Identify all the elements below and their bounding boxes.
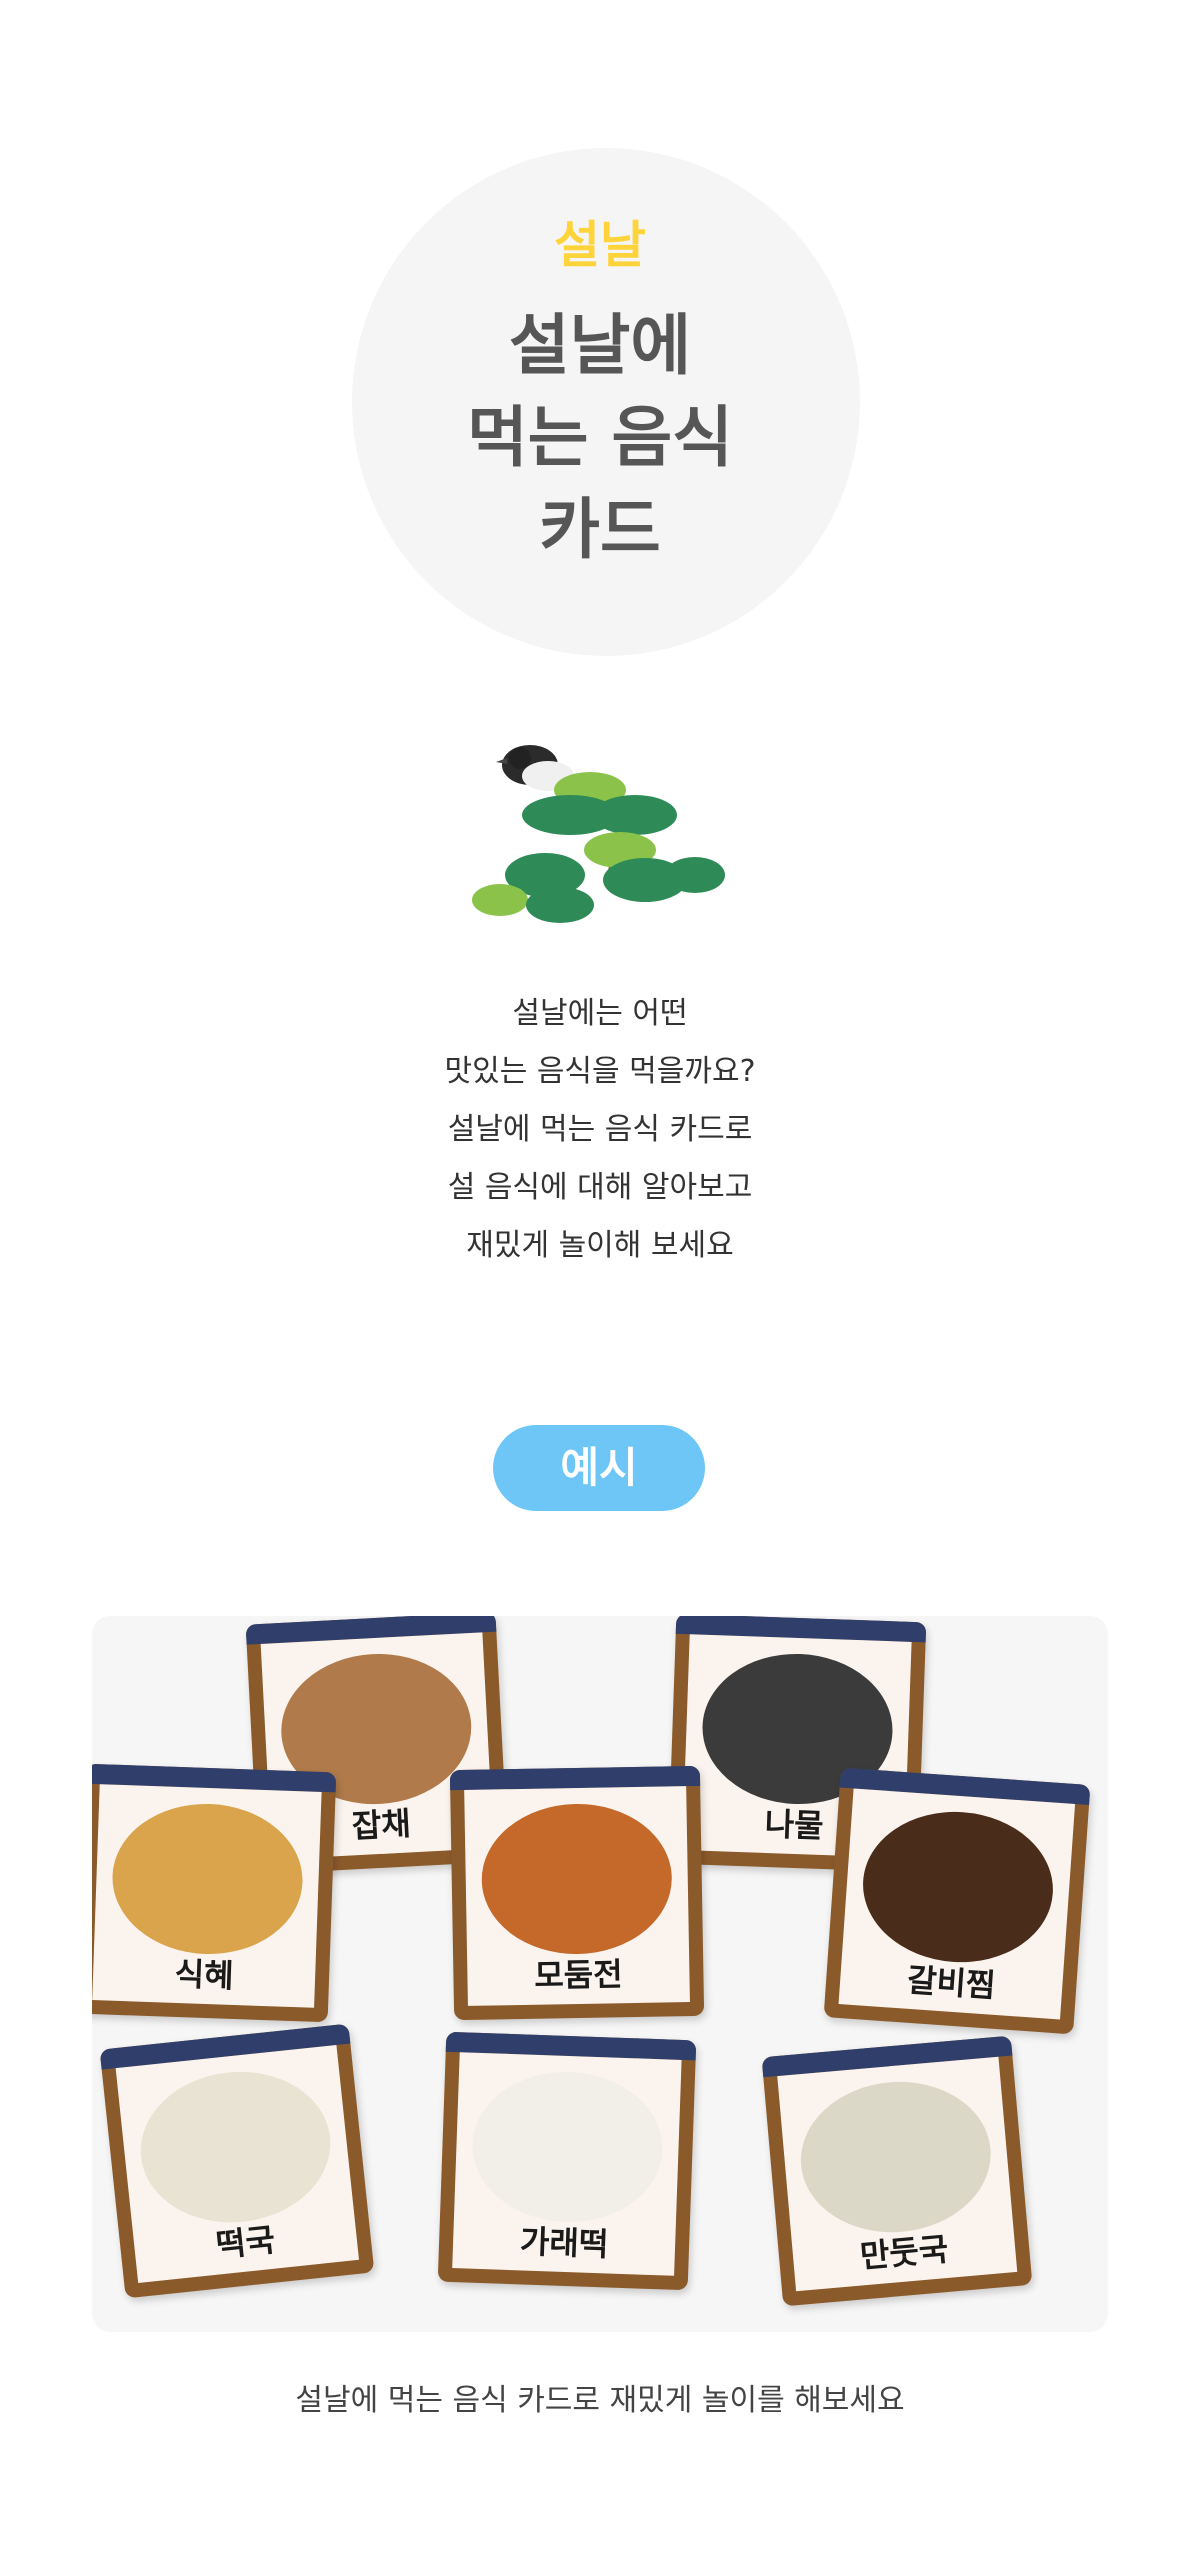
- magpie-pine-tree-icon: [472, 745, 725, 923]
- intro-line: 설 음식에 대해 알아보고: [447, 1170, 753, 1205]
- food-image: [857, 1805, 1058, 1969]
- caption: 설날에 먹는 음식 카드로 재밌게 놀이를 해보세요: [295, 2383, 905, 2418]
- title-line: 먹는 음식: [467, 399, 733, 476]
- food-image: [469, 2068, 666, 2226]
- card-label: 가래떡: [519, 2222, 609, 2264]
- food-image: [109, 1800, 306, 1958]
- intro-text: 설날에는 어떤 맛있는 음식을 먹을까요? 설날에 먹는 음식 카드로 설 음식…: [0, 985, 1200, 1275]
- card-label: 식혜: [174, 1954, 235, 1995]
- example-badge: 예시: [493, 1425, 705, 1511]
- intro-line: 맛있는 음식을 먹을까요?: [444, 1054, 756, 1089]
- hero-eyebrow: 설날: [554, 216, 646, 274]
- intro-line: 설날에 먹는 음식 카드로: [447, 1112, 753, 1147]
- food-image: [794, 2074, 997, 2241]
- intro-line: 설날에는 어떤: [512, 996, 688, 1031]
- food-card-galbijjim: 갈비찜: [823, 1767, 1091, 2035]
- card-label: 갈비찜: [905, 1960, 997, 2005]
- food-card-sikhye: 식혜: [92, 1763, 337, 2023]
- card-example-panel: 잡채 나물 식혜 모둠전 갈비찜 떡국 가래떡 만둣국: [92, 1616, 1108, 2332]
- page-title: 설날에 먹는 음식 카드: [0, 300, 1200, 576]
- card-label: 모둠전: [533, 1955, 623, 1995]
- title-line: 설날에: [508, 307, 692, 384]
- food-card-modumjeon: 모둠전: [449, 1765, 705, 2021]
- card-label: 떡국: [214, 2220, 277, 2265]
- card-label: 만둣국: [858, 2229, 950, 2276]
- food-card-garaetteok: 가래떡: [437, 2031, 697, 2291]
- title-line: 카드: [539, 491, 661, 568]
- intro-line: 재밌게 놀이해 보세요: [466, 1228, 734, 1263]
- food-image: [480, 1802, 674, 1956]
- food-card-tteokguk: 떡국: [99, 2023, 375, 2299]
- food-image: [133, 2062, 338, 2232]
- food-card-mandutguk: 만둣국: [761, 2035, 1033, 2307]
